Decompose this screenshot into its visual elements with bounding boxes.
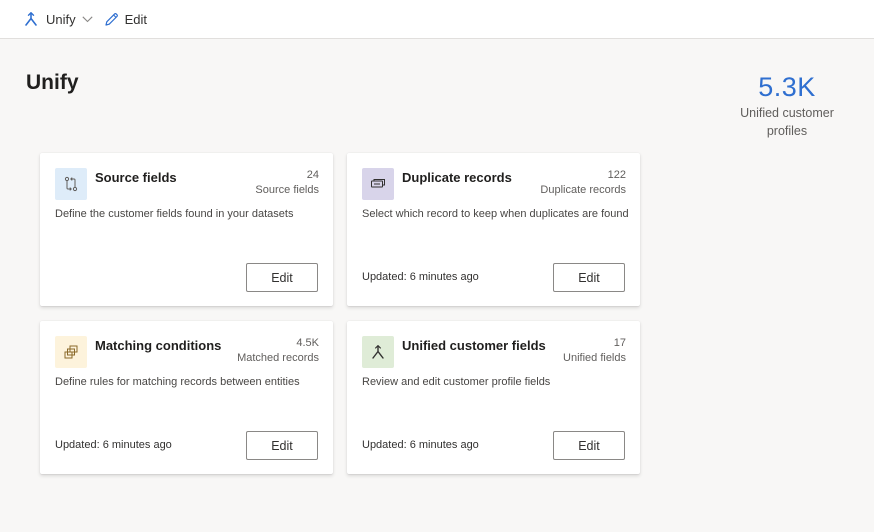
- matching-conditions-card: Matching conditions 4.5K Matched records…: [40, 321, 333, 474]
- duplicate-records-icon: [362, 168, 394, 200]
- card-title: Duplicate records: [402, 170, 512, 185]
- card-count-label: Matched records: [237, 352, 319, 364]
- card-count-label: Unified fields: [563, 352, 626, 364]
- card-count: 17 Unified fields: [563, 336, 626, 366]
- unified-profiles-count: 5.3K: [758, 72, 816, 102]
- card-description: Select which record to keep when duplica…: [362, 208, 629, 220]
- unified-profiles-label: Unified customer profiles: [740, 106, 834, 138]
- unify-menu-label: Unify: [46, 11, 76, 27]
- card-title: Unified customer fields: [402, 338, 546, 353]
- card-updated: Updated: 6 minutes ago: [362, 271, 479, 283]
- card-updated: Updated: 6 minutes ago: [55, 439, 172, 451]
- source-fields-edit-button[interactable]: Edit: [246, 263, 318, 292]
- edit-command-label: Edit: [124, 11, 148, 27]
- card-count-label: Source fields: [255, 184, 319, 196]
- matching-conditions-icon: [55, 336, 87, 368]
- duplicate-records-card: Duplicate records 122 Duplicate records …: [347, 153, 640, 306]
- unified-fields-icon: [362, 336, 394, 368]
- card-count-value: 17: [613, 337, 626, 349]
- card-count: 122 Duplicate records: [540, 168, 626, 198]
- page-title: Unify: [26, 71, 79, 94]
- card-title: Matching conditions: [95, 338, 222, 353]
- card-count: 4.5K Matched records: [237, 336, 319, 366]
- card-count-label: Duplicate records: [540, 184, 626, 196]
- unify-menu-button[interactable]: Unify: [24, 0, 93, 38]
- card-description: Define rules for matching records betwee…: [55, 376, 300, 388]
- source-fields-card: Source fields 24 Source fields Define th…: [40, 153, 333, 306]
- unified-customer-fields-edit-button[interactable]: Edit: [553, 431, 625, 460]
- card-description: Define the customer fields found in your…: [55, 208, 294, 220]
- matching-conditions-edit-button[interactable]: Edit: [246, 431, 318, 460]
- card-count-value: 122: [607, 169, 626, 181]
- card-updated: Updated: 6 minutes ago: [362, 439, 479, 451]
- unified-customer-fields-card: Unified customer fields 17 Unified field…: [347, 321, 640, 474]
- unify-icon: [24, 12, 38, 26]
- pencil-icon: [104, 12, 119, 27]
- command-bar: Unify Edit: [0, 0, 874, 39]
- unified-profiles-summary: 5.3K Unified customer profiles: [732, 70, 842, 140]
- card-count: 24 Source fields: [255, 168, 319, 198]
- chevron-down-icon: [82, 15, 93, 23]
- duplicate-records-edit-button[interactable]: Edit: [553, 263, 625, 292]
- source-fields-icon: [55, 168, 87, 200]
- card-count-value: 4.5K: [296, 337, 319, 349]
- card-count-value: 24: [306, 169, 319, 181]
- card-description: Review and edit customer profile fields: [362, 376, 551, 388]
- card-title: Source fields: [95, 170, 177, 185]
- edit-command-button[interactable]: Edit: [104, 0, 147, 38]
